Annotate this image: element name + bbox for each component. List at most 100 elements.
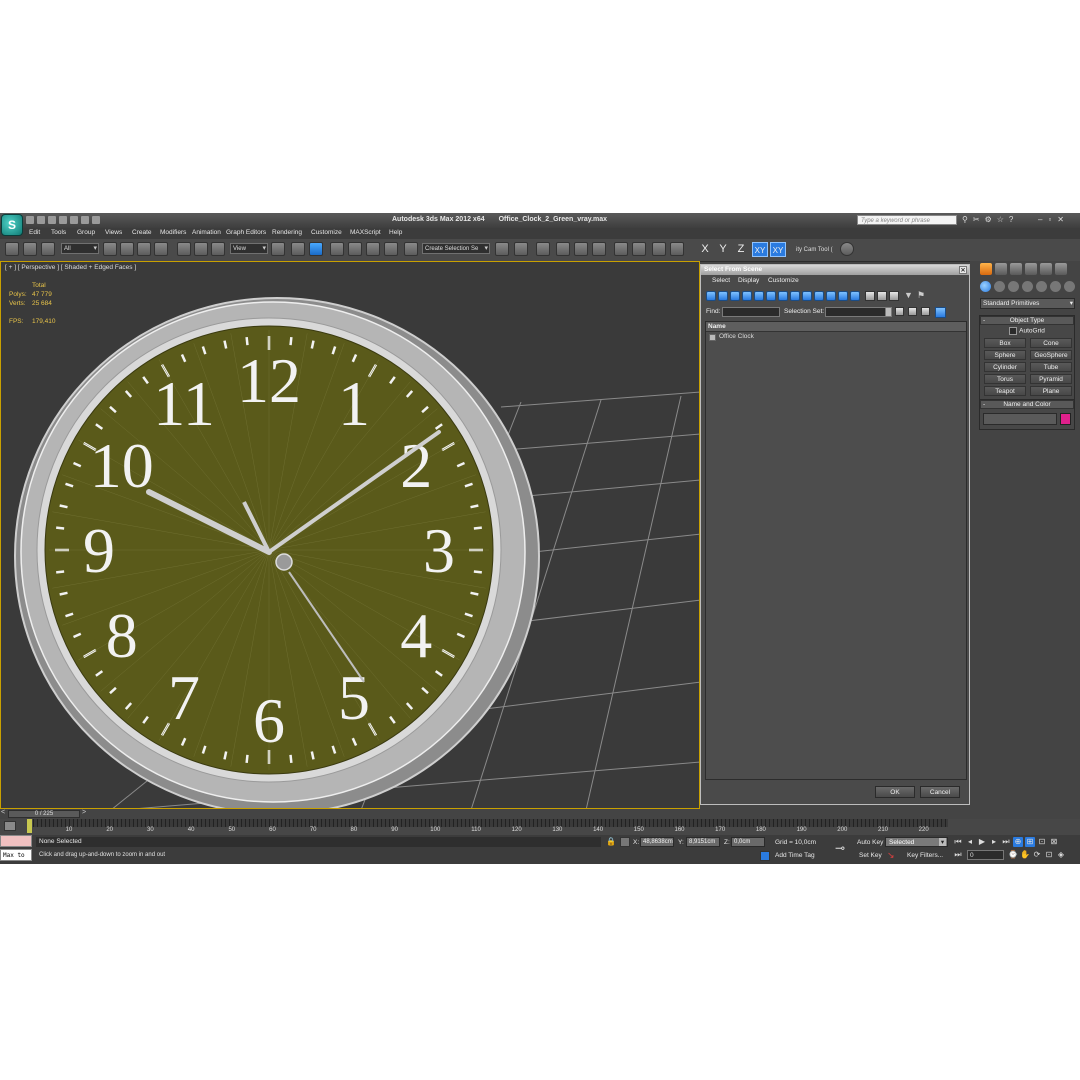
help-search-input[interactable]: Type a keyword or phrase (857, 215, 957, 225)
edit-selection-set-icon[interactable] (908, 307, 917, 316)
object-color-swatch[interactable] (1060, 413, 1071, 425)
next-key-icon[interactable]: ▸ (989, 837, 999, 847)
cone-button[interactable]: Cone (1030, 338, 1072, 348)
pyramid-button[interactable]: Pyramid (1030, 374, 1072, 384)
torus-button[interactable]: Torus (984, 374, 1026, 384)
close-icon[interactable]: ✕ (1057, 215, 1064, 224)
communication-icon[interactable]: ⚙ (985, 216, 992, 224)
display-cameras-icon[interactable] (742, 291, 752, 301)
teapot-button[interactable]: Teapot (984, 386, 1026, 396)
selection-set-dropdown[interactable] (825, 307, 891, 317)
select-none-icon[interactable] (877, 291, 887, 301)
display-groups-icon[interactable] (778, 291, 788, 301)
select-and-link-icon[interactable] (5, 242, 19, 256)
time-tag-icon[interactable] (760, 851, 770, 861)
ok-button[interactable]: OK (875, 786, 915, 798)
display-containers-icon[interactable] (814, 291, 824, 301)
lights-icon[interactable] (1008, 281, 1019, 292)
unlink-icon[interactable] (23, 242, 37, 256)
zoom-extents-icon[interactable]: ⊡ (1037, 837, 1047, 847)
auto-key-button[interactable]: Auto Key (857, 839, 883, 846)
go-to-start-icon[interactable]: ⏮ (953, 837, 963, 847)
display-bones-icon[interactable] (802, 291, 812, 301)
display-shapes-icon[interactable] (718, 291, 728, 301)
motion-tab-icon[interactable] (1025, 263, 1037, 275)
hierarchy-tab-icon[interactable] (1010, 263, 1022, 275)
maximize-icon[interactable]: ▫ (1048, 215, 1051, 224)
tube-button[interactable]: Tube (1030, 362, 1072, 372)
window-crossing-icon[interactable] (154, 242, 168, 256)
set-key-button[interactable]: Set Key (859, 852, 882, 859)
menu-rendering[interactable]: Rendering (272, 229, 302, 236)
geometry-icon[interactable] (980, 281, 991, 292)
axis-xy-button[interactable]: XY (752, 242, 768, 257)
select-and-move-icon[interactable] (177, 242, 191, 256)
maxscript-listener-output[interactable] (0, 835, 32, 847)
list-item[interactable]: Office Clock (706, 332, 966, 342)
zoom-extents-all-icon[interactable]: ⊠ (1049, 837, 1059, 847)
object-name-input[interactable] (983, 413, 1058, 425)
previous-frame-icon[interactable]: < (1, 809, 5, 816)
hold-icon[interactable] (81, 216, 89, 224)
space-warps-icon[interactable] (1050, 281, 1061, 292)
new-file-icon[interactable] (26, 216, 34, 224)
orbit-icon[interactable]: ⟳ (1032, 850, 1042, 860)
axis-z-button[interactable]: Z (733, 242, 749, 257)
snaps-toggle-icon[interactable] (330, 242, 344, 256)
subscription-icon[interactable]: ✂ (973, 216, 980, 224)
dialog-menu-select[interactable]: Select (712, 277, 730, 284)
track-bar[interactable]: 10 20 30 40 50 60 70 80 90 100 110 120 130 140 150 160 1… (0, 819, 1080, 835)
key-mode-icon[interactable]: ⏭ (953, 850, 963, 860)
set-key-icon[interactable]: ⊸ (835, 841, 845, 855)
zoom-all-icon[interactable]: ⊞ (1025, 837, 1035, 847)
absolute-mode-icon[interactable] (620, 837, 630, 847)
select-and-rotate-icon[interactable] (194, 242, 208, 256)
reference-coordinate-dropdown[interactable]: View (230, 243, 268, 254)
find-input[interactable] (722, 307, 780, 317)
app-logo-icon[interactable]: S (1, 214, 23, 236)
previous-key-icon[interactable]: ◂ (965, 837, 975, 847)
select-and-scale-icon[interactable] (211, 242, 225, 256)
mini-curve-editor-icon[interactable] (4, 821, 16, 831)
select-invert-icon[interactable] (889, 291, 899, 301)
render-setup-icon[interactable] (632, 242, 646, 256)
fetch-icon[interactable] (92, 216, 100, 224)
display-space-warps-icon[interactable] (766, 291, 776, 301)
help-icon[interactable]: ? (1009, 216, 1013, 224)
bind-space-warp-icon[interactable] (41, 242, 55, 256)
select-manipulate-icon[interactable] (291, 242, 305, 256)
named-selection-sets-dropdown[interactable]: Create Selection Se (422, 243, 490, 254)
name-column-header[interactable]: Name (706, 322, 966, 332)
modify-tab-icon[interactable] (995, 263, 1007, 275)
minimize-icon[interactable]: – (1038, 215, 1042, 224)
menu-views[interactable]: Views (105, 229, 122, 236)
save-selection-set-icon[interactable] (895, 307, 904, 316)
x-coordinate-field[interactable]: 48,8638cm (640, 837, 674, 847)
y-coordinate-field[interactable]: 8,9151cm (686, 837, 720, 847)
shapes-icon[interactable] (994, 281, 1005, 292)
current-frame-field[interactable]: 0 (967, 850, 1004, 860)
key-mode-toggle-icon[interactable]: ↘ (887, 850, 895, 861)
menu-edit[interactable]: Edit (29, 229, 40, 236)
pivot-center-icon[interactable] (271, 242, 285, 256)
undo-icon[interactable] (59, 216, 67, 224)
field-of-view-icon[interactable]: ◈ (1056, 850, 1066, 860)
key-filters-button[interactable]: Key Filters... (907, 852, 943, 859)
redo-icon[interactable] (70, 216, 78, 224)
sync-selection-icon[interactable]: ⚑ (917, 291, 927, 301)
lock-selection-icon[interactable]: 🔒 (606, 837, 616, 847)
material-editor-icon[interactable] (614, 242, 628, 256)
dialog-menu-display[interactable]: Display (738, 277, 759, 284)
display-tab-icon[interactable] (1040, 263, 1052, 275)
z-coordinate-field[interactable]: 0,0cm (731, 837, 765, 847)
display-geometry-icon[interactable] (706, 291, 716, 301)
cameras-icon[interactable] (1022, 281, 1033, 292)
go-to-end-icon[interactable]: ⏭ (1001, 837, 1011, 847)
rectangular-selection-icon[interactable] (137, 242, 151, 256)
select-children-icon[interactable] (921, 307, 930, 316)
helpers-icon[interactable] (1036, 281, 1047, 292)
next-frame-icon[interactable]: > (82, 809, 86, 816)
axis-xy-cycle-button[interactable]: XY (770, 242, 786, 257)
display-xrefs-icon[interactable] (790, 291, 800, 301)
edit-named-selection-icon[interactable] (404, 242, 418, 256)
